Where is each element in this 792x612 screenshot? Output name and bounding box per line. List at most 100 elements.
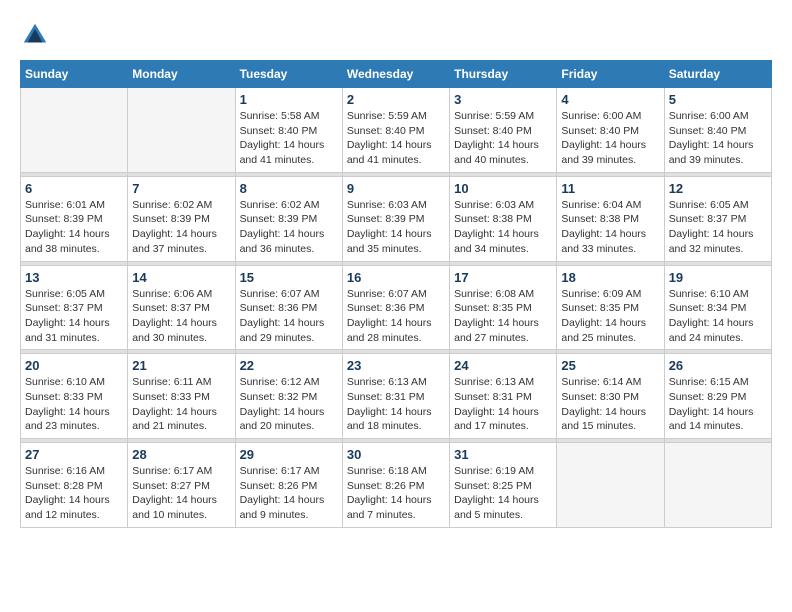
calendar-cell: 27 Sunrise: 6:16 AM Sunset: 8:28 PM Dayli… [21, 443, 128, 528]
calendar-cell: 12 Sunrise: 6:05 AM Sunset: 8:37 PM Dayli… [664, 176, 771, 261]
day-info: Sunrise: 5:59 AM Sunset: 8:40 PM Dayligh… [347, 109, 445, 168]
calendar-header-row: SundayMondayTuesdayWednesdayThursdayFrid… [21, 61, 772, 88]
day-info: Sunrise: 6:00 AM Sunset: 8:40 PM Dayligh… [561, 109, 659, 168]
weekday-header: Sunday [21, 61, 128, 88]
day-number: 18 [561, 270, 659, 285]
calendar-cell: 31 Sunrise: 6:19 AM Sunset: 8:25 PM Dayli… [450, 443, 557, 528]
day-info: Sunrise: 6:02 AM Sunset: 8:39 PM Dayligh… [240, 198, 338, 257]
weekday-header: Monday [128, 61, 235, 88]
day-info: Sunrise: 6:17 AM Sunset: 8:26 PM Dayligh… [240, 464, 338, 523]
day-number: 11 [561, 181, 659, 196]
calendar-cell [128, 88, 235, 173]
day-number: 31 [454, 447, 552, 462]
page-header [20, 20, 772, 50]
calendar-cell: 19 Sunrise: 6:10 AM Sunset: 8:34 PM Dayli… [664, 265, 771, 350]
day-number: 28 [132, 447, 230, 462]
day-info: Sunrise: 6:04 AM Sunset: 8:38 PM Dayligh… [561, 198, 659, 257]
calendar-week-row: 13Sunrise: 6:05 AM Sunset: 8:37 PM Dayli… [21, 265, 772, 350]
day-info: Sunrise: 6:10 AM Sunset: 8:34 PM Dayligh… [669, 287, 767, 346]
weekday-header: Friday [557, 61, 664, 88]
calendar-cell: 28Sunrise: 6:17 AM Sunset: 8:27 PM Dayli… [128, 443, 235, 528]
calendar-cell: 7Sunrise: 6:02 AM Sunset: 8:39 PM Daylig… [128, 176, 235, 261]
day-number: 9 [347, 181, 445, 196]
day-info: Sunrise: 6:18 AM Sunset: 8:26 PM Dayligh… [347, 464, 445, 523]
calendar-cell: 16 Sunrise: 6:07 AM Sunset: 8:36 PM Dayli… [342, 265, 449, 350]
day-number: 19 [669, 270, 767, 285]
calendar-cell: 2 Sunrise: 5:59 AM Sunset: 8:40 PM Daylig… [342, 88, 449, 173]
calendar-cell [21, 88, 128, 173]
day-info: Sunrise: 5:58 AM Sunset: 8:40 PM Dayligh… [240, 109, 338, 168]
calendar-table: SundayMondayTuesdayWednesdayThursdayFrid… [20, 60, 772, 528]
calendar-cell: 21 Sunrise: 6:11 AM Sunset: 8:33 PM Dayli… [128, 354, 235, 439]
day-info: Sunrise: 6:08 AM Sunset: 8:35 PM Dayligh… [454, 287, 552, 346]
calendar-cell: 23Sunrise: 6:13 AM Sunset: 8:31 PM Dayli… [342, 354, 449, 439]
calendar-week-row: 20 Sunrise: 6:10 AM Sunset: 8:33 PM Dayli… [21, 354, 772, 439]
weekday-header: Tuesday [235, 61, 342, 88]
calendar-cell: 4 Sunrise: 6:00 AM Sunset: 8:40 PM Daylig… [557, 88, 664, 173]
day-number: 3 [454, 92, 552, 107]
calendar-cell: 17 Sunrise: 6:08 AM Sunset: 8:35 PM Dayli… [450, 265, 557, 350]
calendar-cell: 25 Sunrise: 6:14 AM Sunset: 8:30 PM Dayli… [557, 354, 664, 439]
calendar-cell: 6 Sunrise: 6:01 AM Sunset: 8:39 PM Daylig… [21, 176, 128, 261]
calendar-cell: 14 Sunrise: 6:06 AM Sunset: 8:37 PM Dayli… [128, 265, 235, 350]
day-number: 20 [25, 358, 123, 373]
calendar-week-row: 1Sunrise: 5:58 AM Sunset: 8:40 PM Daylig… [21, 88, 772, 173]
day-info: Sunrise: 6:13 AM Sunset: 8:31 PM Dayligh… [454, 375, 552, 434]
day-number: 16 [347, 270, 445, 285]
day-number: 4 [561, 92, 659, 107]
day-number: 30 [347, 447, 445, 462]
day-number: 8 [240, 181, 338, 196]
day-info: Sunrise: 6:16 AM Sunset: 8:28 PM Dayligh… [25, 464, 123, 523]
day-number: 13 [25, 270, 123, 285]
day-info: Sunrise: 6:01 AM Sunset: 8:39 PM Dayligh… [25, 198, 123, 257]
day-number: 17 [454, 270, 552, 285]
calendar-cell: 13Sunrise: 6:05 AM Sunset: 8:37 PM Dayli… [21, 265, 128, 350]
day-info: Sunrise: 6:07 AM Sunset: 8:36 PM Dayligh… [240, 287, 338, 346]
calendar-cell: 20 Sunrise: 6:10 AM Sunset: 8:33 PM Dayli… [21, 354, 128, 439]
weekday-header: Wednesday [342, 61, 449, 88]
calendar-cell: 18 Sunrise: 6:09 AM Sunset: 8:35 PM Dayli… [557, 265, 664, 350]
logo [20, 20, 54, 50]
day-number: 14 [132, 270, 230, 285]
day-number: 21 [132, 358, 230, 373]
calendar-cell: 11 Sunrise: 6:04 AM Sunset: 8:38 PM Dayli… [557, 176, 664, 261]
calendar-cell: 1Sunrise: 5:58 AM Sunset: 8:40 PM Daylig… [235, 88, 342, 173]
day-number: 25 [561, 358, 659, 373]
weekday-header: Saturday [664, 61, 771, 88]
day-number: 5 [669, 92, 767, 107]
calendar-cell: 15 Sunrise: 6:07 AM Sunset: 8:36 PM Dayli… [235, 265, 342, 350]
day-info: Sunrise: 6:12 AM Sunset: 8:32 PM Dayligh… [240, 375, 338, 434]
calendar-week-row: 6 Sunrise: 6:01 AM Sunset: 8:39 PM Daylig… [21, 176, 772, 261]
day-info: Sunrise: 6:15 AM Sunset: 8:29 PM Dayligh… [669, 375, 767, 434]
day-info: Sunrise: 6:11 AM Sunset: 8:33 PM Dayligh… [132, 375, 230, 434]
day-info: Sunrise: 6:03 AM Sunset: 8:38 PM Dayligh… [454, 198, 552, 257]
calendar-cell: 9Sunrise: 6:03 AM Sunset: 8:39 PM Daylig… [342, 176, 449, 261]
calendar-cell [557, 443, 664, 528]
day-number: 6 [25, 181, 123, 196]
day-info: Sunrise: 6:14 AM Sunset: 8:30 PM Dayligh… [561, 375, 659, 434]
calendar-cell: 24 Sunrise: 6:13 AM Sunset: 8:31 PM Dayli… [450, 354, 557, 439]
day-info: Sunrise: 6:05 AM Sunset: 8:37 PM Dayligh… [669, 198, 767, 257]
day-info: Sunrise: 6:07 AM Sunset: 8:36 PM Dayligh… [347, 287, 445, 346]
weekday-header: Thursday [450, 61, 557, 88]
logo-icon [20, 20, 50, 50]
day-number: 12 [669, 181, 767, 196]
day-number: 24 [454, 358, 552, 373]
day-number: 27 [25, 447, 123, 462]
day-number: 15 [240, 270, 338, 285]
day-info: Sunrise: 6:00 AM Sunset: 8:40 PM Dayligh… [669, 109, 767, 168]
day-info: Sunrise: 6:09 AM Sunset: 8:35 PM Dayligh… [561, 287, 659, 346]
day-info: Sunrise: 6:13 AM Sunset: 8:31 PM Dayligh… [347, 375, 445, 434]
day-number: 29 [240, 447, 338, 462]
calendar-cell: 3 Sunrise: 5:59 AM Sunset: 8:40 PM Daylig… [450, 88, 557, 173]
day-number: 26 [669, 358, 767, 373]
day-number: 7 [132, 181, 230, 196]
calendar-cell: 5 Sunrise: 6:00 AM Sunset: 8:40 PM Daylig… [664, 88, 771, 173]
day-info: Sunrise: 6:19 AM Sunset: 8:25 PM Dayligh… [454, 464, 552, 523]
day-info: Sunrise: 6:10 AM Sunset: 8:33 PM Dayligh… [25, 375, 123, 434]
day-info: Sunrise: 6:06 AM Sunset: 8:37 PM Dayligh… [132, 287, 230, 346]
day-number: 10 [454, 181, 552, 196]
day-info: Sunrise: 5:59 AM Sunset: 8:40 PM Dayligh… [454, 109, 552, 168]
day-number: 2 [347, 92, 445, 107]
calendar-cell: 26 Sunrise: 6:15 AM Sunset: 8:29 PM Dayli… [664, 354, 771, 439]
